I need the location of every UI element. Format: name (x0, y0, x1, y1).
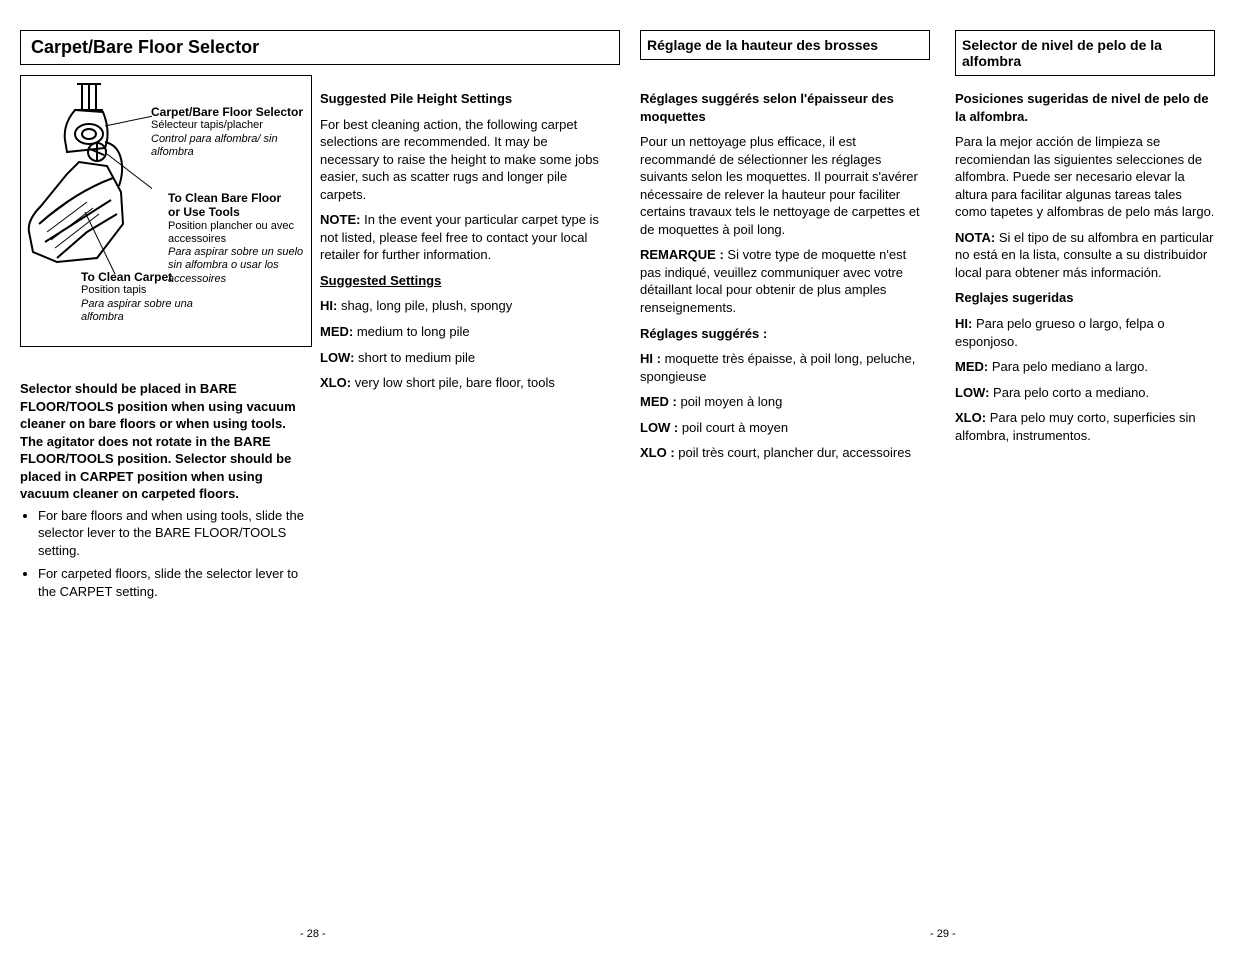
left-body2-note: In the event your particular carpet type… (320, 212, 599, 262)
setting-val: medium to long pile (357, 324, 470, 339)
setting-key: HI: (955, 316, 972, 331)
left-body1-bullet: For carpeted floors, slide the selector … (38, 565, 305, 600)
setting-val: Para pelo grueso o largo, felpa o esponj… (955, 316, 1165, 349)
callout-carpet: To Clean Carpet Position tapis Para aspi… (81, 270, 231, 324)
setting-key: XLO : (640, 445, 675, 460)
setting-key: HI: (320, 298, 337, 313)
setting-key: MED: (955, 359, 988, 374)
mid-column: Réglage de la hauteur des brosses (640, 30, 930, 70)
setting-val: very low short pile, bare floor, tools (355, 375, 555, 390)
left-body1-lead: Selector should be placed in BARE FLOOR/… (20, 380, 305, 503)
setting-val: shag, long pile, plush, spongy (341, 298, 512, 313)
selector-diagram: Carpet/Bare Floor Selector Sélecteur tap… (20, 75, 312, 347)
setting-val: poil très court, plancher dur, accessoir… (678, 445, 911, 460)
callout-selector-fr: Sélecteur tapis/placher (151, 119, 309, 132)
left-body1-bullet: For bare floors and when using tools, sl… (38, 507, 305, 560)
setting-val: Para pelo corto a mediano. (993, 385, 1149, 400)
callout-bare-en1: To Clean Bare Floor (168, 191, 310, 205)
callout-selector-es: Control para alfombra/ sin alfombra (151, 133, 309, 159)
setting-key: LOW: (955, 385, 989, 400)
setting-val: Para pelo mediano a largo. (992, 359, 1148, 374)
callout-carpet-es: Para aspirar sobre una alfombra (81, 298, 231, 324)
right-heading: Posiciones sugeridas de nivel de pelo de… (955, 91, 1209, 124)
setting-val: poil court à moyen (682, 420, 788, 435)
right-column: Selector de nivel de pelo de la alfombra (955, 30, 1215, 86)
setting-val: moquette très épaisse, à poil long, pelu… (640, 351, 915, 384)
mid-intro: Pour un nettoyage plus efficace, il est … (640, 133, 930, 238)
setting-key: HI : (640, 351, 661, 366)
callout-selector-en: Carpet/Bare Floor Selector (151, 105, 309, 119)
page-number-right: - 29 - (930, 928, 956, 940)
left-section-title: Carpet/Bare Floor Selector (20, 30, 620, 65)
mid-heading: Réglages suggérés selon l'épaisseur des … (640, 91, 894, 124)
setting-val: short to medium pile (358, 350, 475, 365)
callout-selector: Carpet/Bare Floor Selector Sélecteur tap… (151, 105, 309, 159)
left-body-2: Suggested Pile Height Settings For best … (320, 90, 610, 400)
right-section-title: Selector de nivel de pelo de la alfombra (955, 30, 1215, 76)
setting-key: LOW : (640, 420, 678, 435)
left-body2-intro: For best cleaning action, the following … (320, 116, 610, 204)
left-body-1: Selector should be placed in BARE FLOOR/… (20, 380, 305, 611)
setting-key: MED : (640, 394, 677, 409)
callout-carpet-en: To Clean Carpet (81, 270, 231, 284)
setting-key: XLO: (320, 375, 351, 390)
callout-bare-en2: or Use Tools (168, 205, 310, 219)
setting-val: Para pelo muy corto, superficies sin alf… (955, 410, 1196, 443)
callout-carpet-fr: Position tapis (81, 284, 231, 297)
callout-bare-fr: Position plancher ou avec accessoires (168, 220, 310, 246)
page-number-left: - 28 - (300, 928, 326, 940)
right-body: Posiciones sugeridas de nivel de pelo de… (955, 90, 1215, 452)
setting-key: LOW: (320, 350, 354, 365)
setting-key: MED: (320, 324, 353, 339)
right-sugg-label: Reglajes sugeridas (955, 290, 1074, 305)
mid-note-label: REMARQUE : (640, 247, 724, 262)
vacuum-head-illustration (27, 82, 152, 282)
left-body1-list: For bare floors and when using tools, sl… (20, 507, 305, 601)
mid-sugg-label: Réglages suggérés : (640, 326, 767, 341)
setting-val: poil moyen à long (680, 394, 782, 409)
setting-key: XLO: (955, 410, 986, 425)
left-body2-note-label: NOTE: (320, 212, 360, 227)
mid-section-title: Réglage de la hauteur des brosses (640, 30, 930, 60)
mid-body: Réglages suggérés selon l'épaisseur des … (640, 90, 930, 470)
left-body2-heading: Suggested Pile Height Settings (320, 91, 512, 106)
right-note-label: NOTA: (955, 230, 995, 245)
right-intro: Para la mejor acción de limpieza se reco… (955, 133, 1215, 221)
left-body2-sugg-label: Suggested Settings (320, 273, 441, 288)
